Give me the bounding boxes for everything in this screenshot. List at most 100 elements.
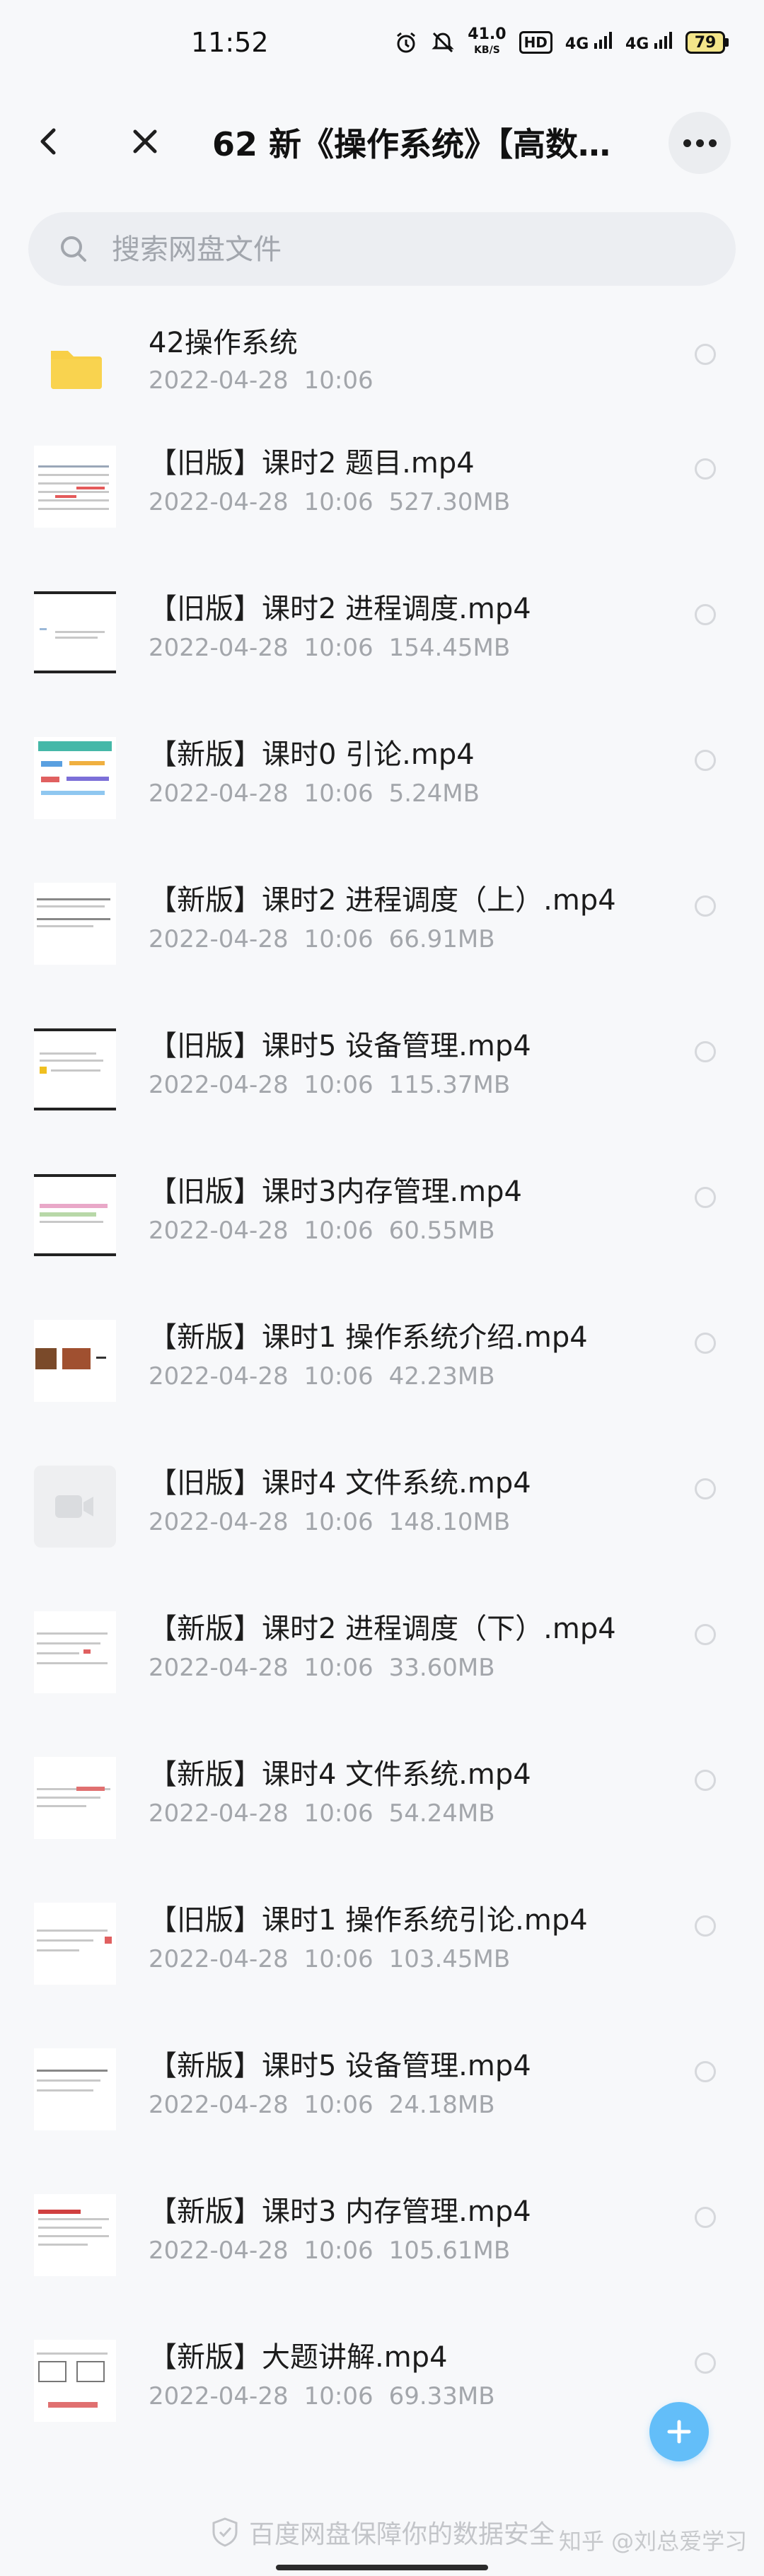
more-button[interactable] bbox=[668, 112, 731, 174]
video-thumbnail bbox=[34, 2340, 116, 2422]
status-bar: 11:52 41.0 KB/S HD 4G 4G 79 bbox=[0, 0, 764, 92]
list-item[interactable]: 【旧版】课时4 文件系统.mp4 2022-04-28 10:06 148.10MB bbox=[0, 1430, 764, 1576]
security-note: 百度网盘保障你的数据安全 bbox=[211, 2514, 555, 2551]
file-meta: 2022-04-28 10:06 154.45MB bbox=[149, 634, 511, 662]
video-thumbnail bbox=[34, 591, 116, 673]
select-radio[interactable] bbox=[695, 1187, 716, 1208]
more-dots-icon bbox=[683, 139, 691, 147]
video-thumbnail bbox=[34, 737, 116, 819]
plus-icon bbox=[667, 2420, 691, 2444]
video-thumbnail bbox=[34, 1757, 116, 1839]
list-item[interactable]: 【旧版】课时2 进程调度.mp4 2022-04-28 10:06 154.45MB bbox=[0, 556, 764, 702]
file-list: 42操作系统 2022-04-28 10:06 【旧版】课时2 题目.mp4 20… bbox=[0, 297, 764, 2450]
close-icon bbox=[133, 129, 157, 153]
file-meta: 2022-04-28 10:06 24.18MB bbox=[149, 2091, 495, 2119]
status-time: 11:52 bbox=[191, 27, 269, 58]
back-arrow-icon bbox=[40, 128, 56, 155]
video-thumbnail bbox=[34, 1611, 116, 1693]
video-thumbnail bbox=[34, 1028, 116, 1110]
file-name: 【新版】大题讲解.mp4 bbox=[149, 2341, 448, 2374]
file-name: 【新版】课时0 引论.mp4 bbox=[149, 738, 475, 771]
search-input[interactable] bbox=[110, 212, 707, 287]
select-radio[interactable] bbox=[695, 2352, 716, 2374]
signal-icon bbox=[594, 32, 612, 49]
file-meta: 2022-04-28 10:06 103.45MB bbox=[149, 1945, 511, 1973]
video-file-icon bbox=[34, 1466, 116, 1548]
video-thumbnail bbox=[34, 2194, 116, 2276]
file-name: 【旧版】课时2 进程调度.mp4 bbox=[149, 593, 531, 625]
select-radio[interactable] bbox=[695, 458, 716, 480]
file-meta: 2022-04-28 10:06 66.91MB bbox=[149, 925, 495, 953]
back-button[interactable] bbox=[28, 120, 71, 163]
video-thumbnail bbox=[34, 883, 116, 965]
file-name: 【旧版】课时2 题目.mp4 bbox=[149, 447, 475, 480]
list-item[interactable]: 【旧版】课时2 题目.mp4 2022-04-28 10:06 527.30MB bbox=[0, 410, 764, 556]
file-meta: 2022-04-28 10:06 bbox=[149, 366, 374, 395]
list-item[interactable]: 【新版】课时2 进程调度（上）.mp4 2022-04-28 10:06 66.91… bbox=[0, 847, 764, 993]
list-item[interactable]: 【旧版】课时5 设备管理.mp4 2022-04-28 10:06 115.37MB bbox=[0, 993, 764, 1139]
file-name: 【旧版】课时4 文件系统.mp4 bbox=[149, 1467, 531, 1499]
select-radio[interactable] bbox=[695, 1041, 716, 1062]
file-meta: 2022-04-28 10:06 148.10MB bbox=[149, 1508, 511, 1536]
net-speed: 41.0 KB/S bbox=[468, 25, 507, 57]
close-button[interactable] bbox=[124, 120, 166, 163]
select-radio[interactable] bbox=[695, 2207, 716, 2228]
status-icons: 41.0 KB/S HD 4G 4G 79 bbox=[394, 27, 729, 58]
battery-icon: 79 bbox=[685, 31, 729, 54]
file-meta: 2022-04-28 10:06 33.60MB bbox=[149, 1654, 495, 1682]
add-button[interactable] bbox=[649, 2402, 709, 2461]
file-name: 42操作系统 bbox=[149, 327, 298, 359]
file-name: 【新版】课时2 进程调度（上）.mp4 bbox=[149, 884, 616, 917]
search-bar[interactable] bbox=[28, 212, 736, 287]
select-radio[interactable] bbox=[695, 1915, 716, 1937]
folder-icon bbox=[34, 325, 116, 407]
file-name: 【旧版】课时5 设备管理.mp4 bbox=[149, 1030, 531, 1062]
select-radio[interactable] bbox=[695, 344, 716, 365]
file-meta: 2022-04-28 10:06 105.61MB bbox=[149, 2236, 511, 2265]
select-radio[interactable] bbox=[695, 604, 716, 625]
page-title: 62 新《操作系统》【高数… bbox=[212, 125, 611, 163]
select-radio[interactable] bbox=[695, 1333, 716, 1354]
select-radio[interactable] bbox=[695, 1624, 716, 1645]
mute-icon bbox=[432, 32, 454, 53]
signal-4g-1: 4G bbox=[565, 32, 613, 53]
alarm-icon bbox=[397, 32, 416, 53]
list-item[interactable]: 【旧版】课时3内存管理.mp4 2022-04-28 10:06 60.55MB bbox=[0, 1139, 764, 1284]
video-thumbnail bbox=[34, 1320, 116, 1402]
file-meta: 2022-04-28 10:06 54.24MB bbox=[149, 1799, 495, 1828]
file-meta: 2022-04-28 10:06 527.30MB bbox=[149, 488, 511, 516]
footer: 百度网盘保障你的数据安全 知乎 @刘总爱学习 bbox=[0, 2504, 764, 2560]
select-radio[interactable] bbox=[695, 895, 716, 917]
list-item[interactable]: 【新版】课时1 操作系统介绍.mp4 2022-04-28 10:06 42.23M… bbox=[0, 1284, 764, 1430]
file-name: 【新版】课时2 进程调度（下）.mp4 bbox=[149, 1613, 616, 1645]
hd-badge: HD bbox=[519, 31, 552, 54]
file-meta: 2022-04-28 10:06 69.33MB bbox=[149, 2382, 495, 2410]
list-item[interactable]: 【新版】课时0 引论.mp4 2022-04-28 10:06 5.24MB bbox=[0, 702, 764, 847]
video-thumbnail bbox=[34, 1174, 116, 1256]
select-radio[interactable] bbox=[695, 1770, 716, 1791]
signal-icon bbox=[654, 32, 672, 49]
home-indicator[interactable] bbox=[276, 2565, 488, 2570]
signal-4g-2: 4G bbox=[625, 32, 673, 53]
file-meta: 2022-04-28 10:06 115.37MB bbox=[149, 1071, 511, 1099]
video-thumbnail bbox=[34, 1903, 116, 1985]
file-name: 【旧版】课时3内存管理.mp4 bbox=[149, 1176, 522, 1208]
file-meta: 2022-04-28 10:06 42.23MB bbox=[149, 1362, 495, 1391]
select-radio[interactable] bbox=[695, 1478, 716, 1499]
list-item[interactable]: 42操作系统 2022-04-28 10:06 bbox=[0, 297, 764, 410]
header-bar: 62 新《操作系统》【高数… bbox=[0, 106, 764, 177]
list-item[interactable]: 【新版】课时2 进程调度（下）.mp4 2022-04-28 10:06 33.60… bbox=[0, 1576, 764, 1722]
shield-icon bbox=[212, 2517, 238, 2547]
file-name: 【新版】课时1 操作系统介绍.mp4 bbox=[149, 1321, 588, 1354]
select-radio[interactable] bbox=[695, 2061, 716, 2082]
file-meta: 2022-04-28 10:06 5.24MB bbox=[149, 779, 480, 808]
file-meta: 2022-04-28 10:06 60.55MB bbox=[149, 1217, 495, 1245]
list-item[interactable]: 【旧版】课时1 操作系统引论.mp4 2022-04-28 10:06 103.45… bbox=[0, 1867, 764, 2013]
select-radio[interactable] bbox=[695, 750, 716, 771]
list-item[interactable]: 【新版】课时5 设备管理.mp4 2022-04-28 10:06 24.18MB bbox=[0, 2013, 764, 2159]
list-item[interactable]: 【新版】课时4 文件系统.mp4 2022-04-28 10:06 54.24MB bbox=[0, 1722, 764, 1867]
list-item[interactable]: 【新版】课时3 内存管理.mp4 2022-04-28 10:06 105.61MB bbox=[0, 2159, 764, 2304]
file-name: 【新版】课时4 文件系统.mp4 bbox=[149, 1758, 531, 1791]
search-icon bbox=[61, 236, 86, 262]
video-thumbnail bbox=[34, 446, 116, 528]
